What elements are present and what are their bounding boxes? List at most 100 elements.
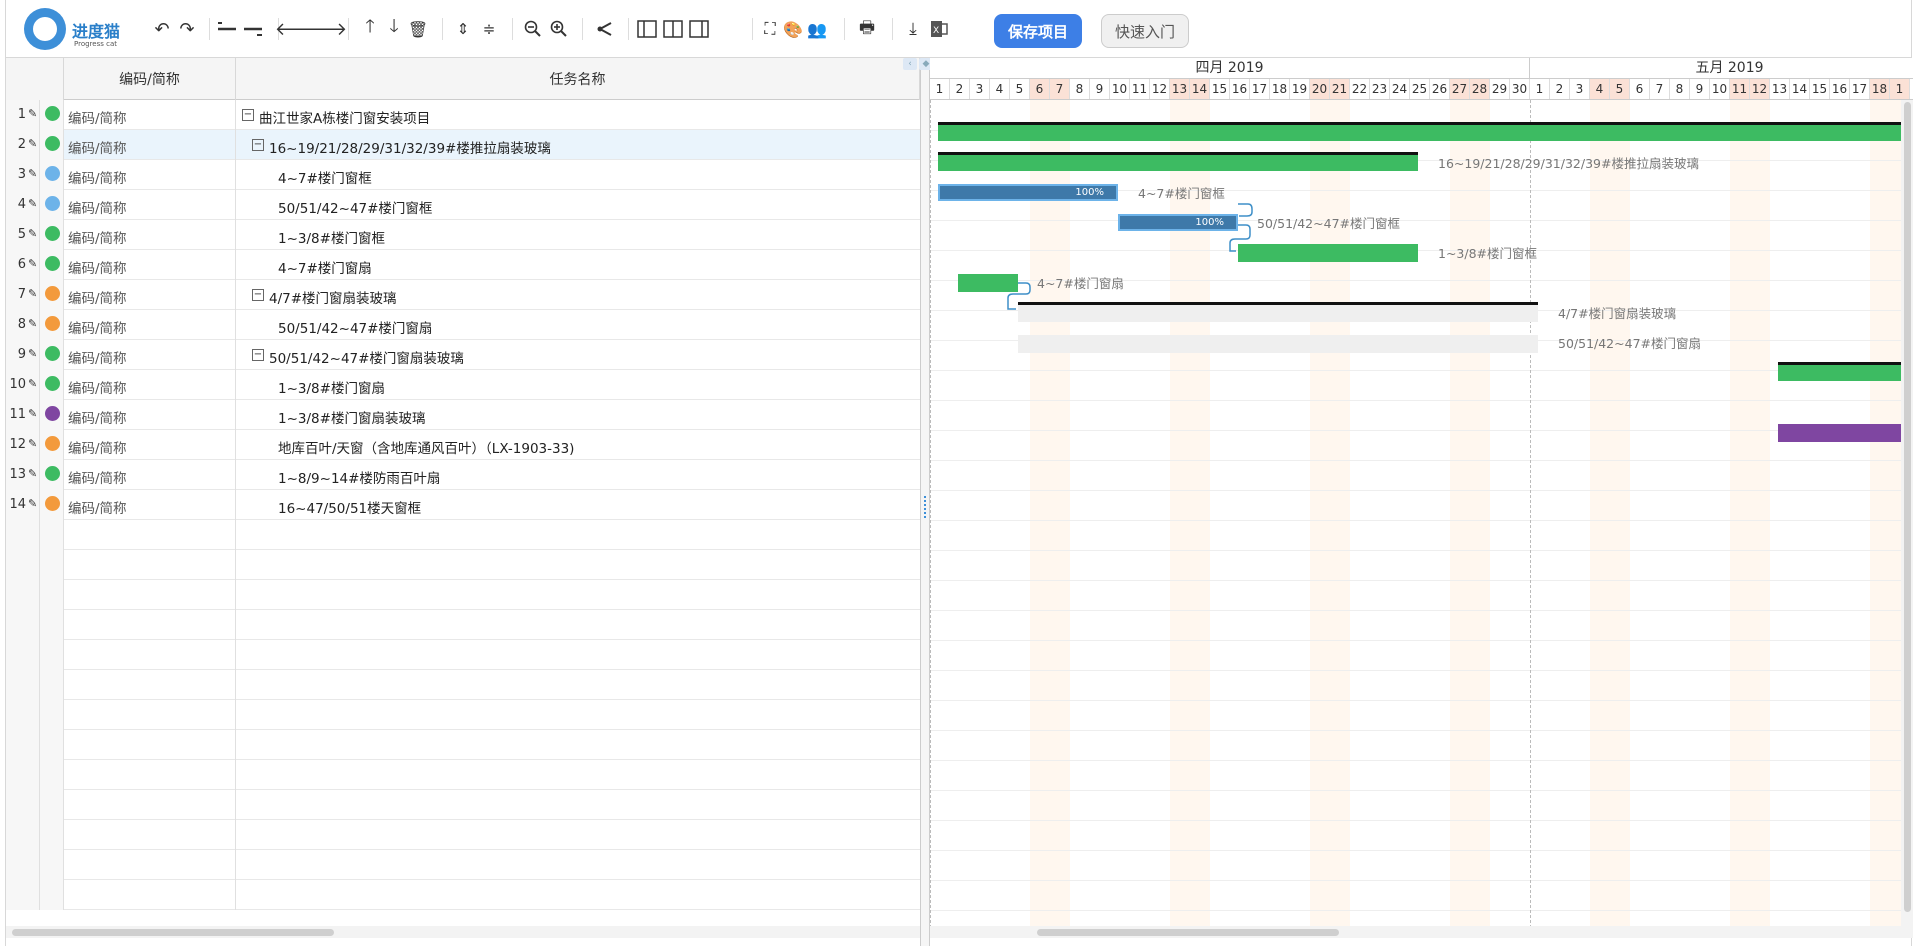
splitter-handle-icon[interactable] — [924, 496, 927, 518]
edit-pencil-icon[interactable]: ✎ — [28, 467, 37, 480]
arrow-down-icon[interactable]: 🡓 — [384, 16, 404, 41]
empty-row[interactable] — [6, 760, 920, 790]
zoom-out-icon[interactable] — [522, 17, 544, 41]
status-dot-icon[interactable] — [45, 166, 60, 181]
table-row[interactable]: 6 ✎ 编码/简称 4~7#楼门窗扇 — [6, 250, 920, 280]
expand-all-icon[interactable]: ⇕ — [452, 17, 474, 41]
status-dot-icon[interactable] — [45, 196, 60, 211]
edit-pencil-icon[interactable]: ✎ — [28, 167, 37, 180]
empty-row[interactable] — [6, 640, 920, 670]
task-name[interactable]: 16~19/21/28/29/31/32/39#楼推拉扇装玻璃 — [269, 137, 551, 157]
users-icon[interactable]: 👥 — [806, 17, 828, 41]
task-name[interactable]: 1~3/8#楼门窗扇装玻璃 — [278, 407, 425, 427]
arrow-up-icon[interactable]: 🡑 — [360, 16, 380, 41]
edit-pencil-icon[interactable]: ✎ — [28, 227, 37, 240]
palette-icon[interactable]: 🎨 — [782, 17, 804, 41]
edit-pencil-icon[interactable]: ✎ — [28, 407, 37, 420]
table-row[interactable]: 11 ✎ 编码/简称 1~3/8#楼门窗扇装玻璃 — [6, 400, 920, 430]
scroll-thumb[interactable] — [1904, 102, 1911, 912]
empty-row[interactable] — [6, 850, 920, 880]
edit-pencil-icon[interactable]: ✎ — [28, 197, 37, 210]
status-dot-icon[interactable] — [45, 226, 60, 241]
empty-row[interactable] — [6, 880, 920, 910]
quick-start-button[interactable]: 快速入门 — [1101, 14, 1189, 48]
fullscreen-icon[interactable]: ⛶ — [760, 17, 780, 41]
layout-split-icon[interactable] — [662, 17, 684, 41]
edit-pencil-icon[interactable]: ✎ — [28, 347, 37, 360]
undo-icon[interactable]: ↶ — [151, 17, 173, 41]
status-dot-icon[interactable] — [45, 256, 60, 271]
status-dot-icon[interactable] — [45, 286, 60, 301]
status-dot-icon[interactable] — [45, 106, 60, 121]
table-row[interactable]: 1 ✎ 编码/简称 − 曲江世家A栋楼门窗安装项目 — [6, 100, 920, 130]
status-dot-icon[interactable] — [45, 136, 60, 151]
scroll-thumb[interactable] — [1037, 929, 1339, 936]
task-name[interactable]: 50/51/42~47#楼门窗扇装玻璃 — [269, 347, 464, 367]
panel-splitter[interactable] — [920, 58, 930, 946]
row-code-cell[interactable] — [64, 880, 236, 910]
table-row[interactable]: 9 ✎ 编码/简称 −50/51/42~47#楼门窗扇装玻璃 — [6, 340, 920, 370]
row-code-cell[interactable] — [64, 610, 236, 640]
row-code-cell[interactable] — [64, 820, 236, 850]
empty-row[interactable] — [6, 550, 920, 580]
edit-pencil-icon[interactable]: ✎ — [28, 287, 37, 300]
arrow-right-icon[interactable]: 🡒 — [299, 17, 347, 41]
link-icon[interactable] — [594, 17, 616, 41]
row-code-cell[interactable] — [64, 550, 236, 580]
task-name[interactable]: 4~7#楼门窗框 — [278, 167, 372, 187]
download-icon[interactable]: ⤓ — [902, 17, 924, 41]
task-name[interactable]: 50/51/42~47#楼门窗框 — [278, 197, 432, 217]
task-name[interactable]: 4/7#楼门窗扇装玻璃 — [269, 287, 397, 307]
collapse-toggle-icon[interactable]: − — [252, 139, 264, 151]
empty-row[interactable] — [6, 730, 920, 760]
table-row[interactable]: 4 ✎ 编码/简称 50/51/42~47#楼门窗框 — [6, 190, 920, 220]
row-code-cell[interactable] — [64, 670, 236, 700]
empty-row[interactable] — [6, 580, 920, 610]
status-dot-icon[interactable] — [45, 316, 60, 331]
indent-icon[interactable] — [216, 17, 238, 41]
gantt-horizontal-scrollbar[interactable] — [930, 926, 1913, 938]
excel-icon[interactable]: X — [928, 17, 950, 41]
empty-row[interactable] — [6, 520, 920, 550]
status-dot-icon[interactable] — [45, 496, 60, 511]
redo-icon[interactable]: ↷ — [176, 17, 198, 41]
empty-row[interactable] — [6, 670, 920, 700]
row-code-cell[interactable] — [64, 760, 236, 790]
table-row[interactable]: 5 ✎ 编码/简称 1~3/8#楼门窗框 — [6, 220, 920, 250]
row-code-cell[interactable] — [64, 790, 236, 820]
collapse-toggle-icon[interactable]: − — [252, 289, 264, 301]
collapse-toggle-icon[interactable]: − — [242, 109, 254, 121]
table-row[interactable]: 8 ✎ 编码/简称 50/51/42~47#楼门窗扇 — [6, 310, 920, 340]
status-dot-icon[interactable] — [45, 406, 60, 421]
table-row[interactable]: 12 ✎ 编码/简称 地库百叶/天窗（含地库通风百叶）（LX-1903-33) — [6, 430, 920, 460]
collapse-left-icon[interactable]: ‹ — [903, 58, 917, 70]
layout-right-icon[interactable] — [688, 17, 710, 41]
collapse-all-icon[interactable]: ≑ — [478, 17, 500, 41]
row-code-cell[interactable] — [64, 700, 236, 730]
status-dot-icon[interactable] — [45, 466, 60, 481]
scroll-thumb[interactable] — [12, 929, 334, 936]
edit-pencil-icon[interactable]: ✎ — [28, 377, 37, 390]
task-name[interactable]: 16~47/50/51楼天窗框 — [278, 497, 421, 517]
collapse-toggle-icon[interactable]: − — [252, 349, 264, 361]
task-name[interactable]: 1~3/8#楼门窗扇 — [278, 377, 385, 397]
table-row[interactable]: 2 ✎ 编码/简称 −16~19/21/28/29/31/32/39#楼推拉扇装玻璃 — [6, 130, 920, 160]
outdent-icon[interactable] — [242, 17, 264, 41]
delete-icon[interactable]: 🗑 — [408, 17, 428, 41]
task-name[interactable]: 曲江世家A栋楼门窗安装项目 — [259, 107, 430, 127]
empty-row[interactable] — [6, 610, 920, 640]
edit-pencil-icon[interactable]: ✎ — [28, 317, 37, 330]
table-row[interactable]: 7 ✎ 编码/简称 −4/7#楼门窗扇装玻璃 — [6, 280, 920, 310]
task-name[interactable]: 1~8/9~14#楼防雨百叶扇 — [278, 467, 440, 487]
edit-pencil-icon[interactable]: ✎ — [28, 137, 37, 150]
table-row[interactable]: 3 ✎ 编码/简称 4~7#楼门窗框 — [6, 160, 920, 190]
task-name[interactable]: 地库百叶/天窗（含地库通风百叶）（LX-1903-33) — [278, 437, 574, 457]
zoom-in-icon[interactable] — [548, 17, 570, 41]
row-code-cell[interactable] — [64, 850, 236, 880]
row-code-cell[interactable] — [64, 730, 236, 760]
layout-left-icon[interactable] — [636, 17, 658, 41]
empty-row[interactable] — [6, 700, 920, 730]
empty-row[interactable] — [6, 790, 920, 820]
table-row[interactable]: 14 ✎ 编码/简称 16~47/50/51楼天窗框 — [6, 490, 920, 520]
row-code-cell[interactable] — [64, 520, 236, 550]
